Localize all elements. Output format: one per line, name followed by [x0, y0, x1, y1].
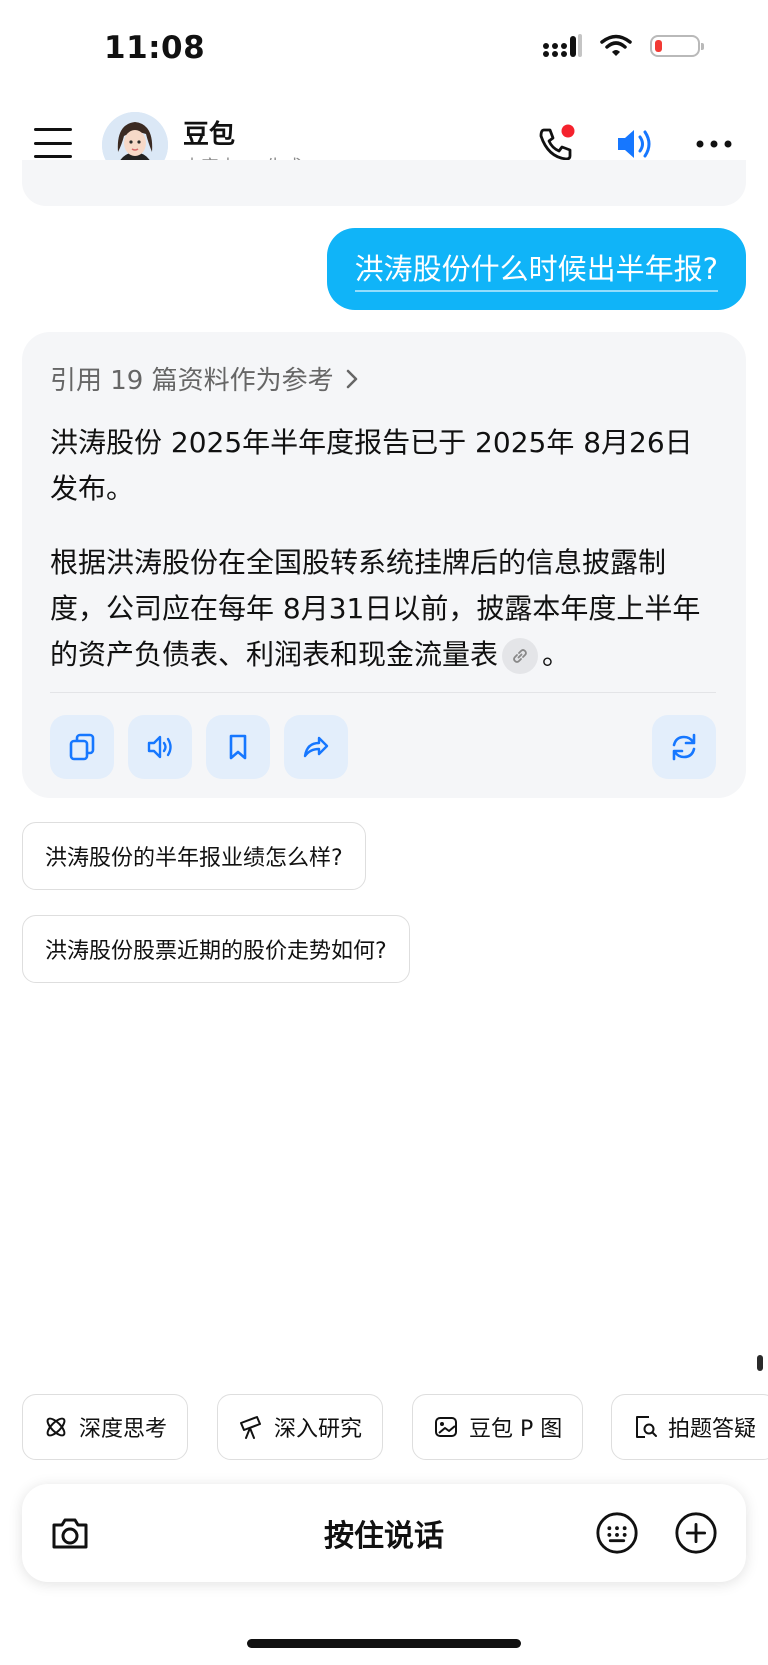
tool-image-edit[interactable]: 豆包 P 图 — [412, 1394, 584, 1460]
link-icon — [513, 649, 527, 663]
tool-label: 拍题答疑 — [668, 1417, 757, 1442]
references-link[interactable]: 引用 19 篇资料作为参考 — [50, 360, 360, 397]
atom-icon — [46, 1417, 66, 1437]
tool-deep-research[interactable]: 深入研究 — [217, 1394, 384, 1460]
suggestion-chip[interactable]: 洪涛股份股票近期的股价走势如何? — [22, 915, 410, 983]
regenerate-icon — [672, 733, 696, 761]
read-aloud-icon — [147, 735, 172, 759]
tool-deep-thinking[interactable]: 深度思考 — [22, 1394, 189, 1460]
status-icons — [542, 34, 704, 58]
user-message-text: 洪涛股份什么时候出半年报? — [354, 246, 718, 292]
home-indicator[interactable] — [247, 1639, 521, 1648]
bot-name: 豆包 — [183, 120, 236, 150]
add-button[interactable] — [674, 1511, 718, 1555]
camera-button[interactable] — [48, 1511, 92, 1555]
bookmark-button[interactable] — [206, 715, 270, 779]
status-time: 11:08 — [104, 30, 206, 66]
battery-icon — [650, 35, 704, 57]
tool-label: 深入研究 — [274, 1417, 363, 1442]
source-link-chip[interactable] — [502, 638, 539, 674]
copy-button[interactable] — [50, 715, 114, 779]
read-aloud-button[interactable] — [128, 715, 192, 779]
share-icon — [303, 736, 329, 758]
scan-question-icon — [636, 1416, 657, 1438]
chevron-right-icon — [346, 369, 357, 388]
user-message-bubble[interactable]: 洪涛股份什么时候出半年报? — [326, 228, 746, 310]
telescope-icon — [240, 1416, 261, 1439]
answer-paragraph-1: 洪涛股份 2025年半年度报告已于 2025年 8月26日发布。 — [50, 426, 693, 505]
regenerate-button[interactable] — [652, 715, 716, 779]
share-button[interactable] — [284, 715, 348, 779]
previous-message-card — [22, 160, 746, 206]
copy-icon — [69, 733, 95, 761]
answer-paragraph-2-text: 根据洪涛股份在全国股转系统挂牌后的信息披露制度，公司应在每年 8月31日以前，披… — [50, 546, 701, 671]
references-label: 引用 19 篇资料作为参考 — [50, 366, 334, 396]
tool-label: 深度思考 — [79, 1417, 168, 1442]
answer-paragraph-2: 根据洪涛股份在全国股转系统挂牌后的信息披露制度，公司应在每年 8月31日以前，披… — [50, 540, 714, 678]
tool-photo-question[interactable]: 拍题答疑 — [611, 1394, 768, 1460]
cellular-signal-icon — [543, 34, 582, 57]
wifi-icon — [600, 34, 632, 56]
suggestion-label: 洪涛股份股票近期的股价走势如何? — [45, 939, 387, 964]
camera-icon — [52, 1518, 88, 1549]
answer-paragraph-2-end: 。 — [542, 638, 571, 671]
menu-button[interactable] — [34, 128, 72, 158]
suggestion-chip[interactable]: 洪涛股份的半年报业绩怎么样? — [22, 822, 366, 890]
keyboard-button[interactable] — [595, 1511, 639, 1555]
scroll-indicator[interactable] — [757, 1355, 763, 1371]
image-edit-icon — [435, 1417, 457, 1437]
answer-divider — [50, 692, 716, 693]
plus-circle-icon — [675, 1512, 717, 1554]
tool-label: 豆包 P 图 — [469, 1417, 563, 1442]
bookmark-icon — [229, 734, 247, 760]
suggestion-label: 洪涛股份的半年报业绩怎么样? — [45, 846, 343, 871]
keyboard-icon — [596, 1512, 638, 1554]
